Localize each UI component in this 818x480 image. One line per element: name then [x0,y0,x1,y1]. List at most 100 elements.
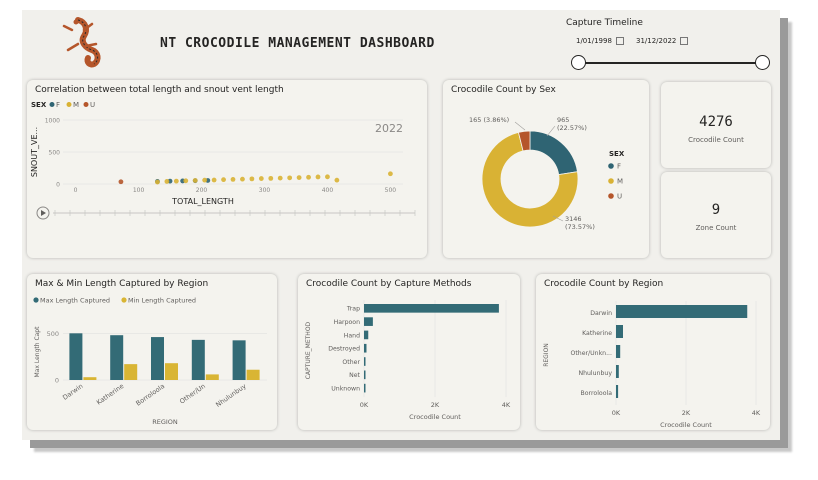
scatter-legend-marker-F [49,102,55,107]
hbar-category-label: Destroyed [328,346,360,353]
kpi-crocodile-count-value: 4276 [699,114,733,130]
region-card: Crocodile Count by Region 0K 2K 4K Darwin Ka… [536,274,770,430]
scatter-point-M [202,177,208,183]
maxmin-xtick: Darwin [61,382,84,402]
donut-legend-label-M: M [617,178,623,186]
calendar-icon[interactable] [615,37,624,45]
scatter-point-M [296,175,302,180]
scatter-legend-label-F: F [56,101,60,109]
maxmin-bar [191,339,205,380]
donut-leader-F [546,125,556,137]
timeline-slider-end-handle[interactable] [755,55,770,70]
donut-slice-F [529,130,578,176]
kpi-zone-count-value: 9 [711,202,721,218]
kpi-card-zone-count: 9 Zone Count [661,172,771,258]
hbar-category-label: Harpoon [334,319,360,326]
donut-leader-U [514,121,526,131]
hbar-xlabel: Crocodile Count [409,413,461,421]
maxmin-legend-marker [33,297,39,303]
capture-methods-card: Crocodile Count by Capture Methods 0K 2K 4… [298,274,520,430]
calendar-icon[interactable] [680,37,689,45]
scatter-point-M [325,174,330,180]
hbar-xtick: 2K [682,409,691,417]
maxmin-legend-label: Max Length Captured [40,297,110,305]
scatter-xtick: 200 [196,187,208,194]
scatter-ytick: 0 [56,182,60,189]
dashboard-title: NT CROCODILE MANAGEMENT DASHBOARD [160,36,435,51]
hbar-bar [364,370,366,380]
hbar-xtick: 4K [502,401,511,409]
scatter-point-M [164,179,170,184]
donut-chart: 965(22.57%) 165 (3.86%) 3146(73.57%) SEX FMU [469,116,625,231]
hbar-xtick: 2K [431,401,440,409]
scatter-legend-label-U: U [90,101,95,109]
donut-legend-title: SEX [609,150,625,158]
maxmin-ylabel: Max Length Capt [34,326,41,378]
crocodile-logo-icon [62,17,101,68]
scatter-point-M [155,179,160,185]
scatter-point-M [277,175,283,181]
hbar-category-label: Katherine [582,330,612,337]
timeline-end-date[interactable]: 31/12/2022 [636,37,689,45]
hbar-category-label: Hand [344,332,360,339]
donut-label-M-pct: (73.57%) [565,223,595,231]
timeline-start-date[interactable]: 1/01/1998 [576,37,624,45]
scatter-point-M [183,178,189,184]
scatter-xtick: 100 [133,187,145,194]
scatter-point-M [287,175,293,181]
donut-label-F-value: 965 [557,116,569,124]
scatter-point-U [118,179,124,185]
scatter-point-M [240,176,245,182]
scatter-point-M [173,178,179,184]
maxmin-xtick: Borroloola [134,382,166,408]
hbar-category-label: Borroloola [581,390,613,397]
maxmin-legend-marker [121,297,127,303]
scatter-chart: SEX F M U 0 500 1000 0 100 200 300 400 500 2022 TOTAL_… [30,101,416,220]
scatter-xlabel: TOTAL_LENGTH [171,197,234,206]
scatter-ytick: 1000 [45,118,60,125]
hbar-bar [364,304,499,313]
timeline-slider-track[interactable] [578,62,762,64]
maxmin-bar [205,374,219,380]
scatter-xtick: 400 [322,187,334,194]
hbar-category-label: Trap [346,306,360,313]
maxmin-legend-label: Min Length Captured [128,297,196,305]
scatter-play-value: 2022 [375,122,403,135]
hbar-ylabel: REGION [543,343,550,367]
hbar-category-label: Other [342,359,360,366]
kpi-zone-count-label: Zone Count [695,224,737,232]
donut-legend-label-U: U [617,193,622,201]
maxmin-card: Max & Min Length Captured by Region Max … [27,274,277,430]
hbar-category-label: Net [349,372,360,379]
scatter-xtick: 0 [74,187,78,194]
capture-methods-chart: 0K 2K 4K Trap Harpoon Hand Destroyed Other Net Un… [305,300,511,421]
timeline-slider-start-handle[interactable] [571,55,586,70]
donut-label-F-pct: (22.57%) [557,124,587,132]
scatter-point-M [230,176,236,182]
hbar-xtick: 4K [752,409,761,417]
scatter-xtick: 500 [385,187,397,194]
donut-legend-marker-U [608,193,614,199]
scatter-ylabel: SNOUT_VE... [30,127,39,177]
hbar-bar [616,325,623,338]
play-icon [41,210,46,216]
scatter-point-M [315,174,321,180]
maxmin-bar [165,363,178,380]
donut-card: Crocodile Count by Sex 965 (22.57%) 165 (3… [443,80,649,258]
maxmin-bar [69,333,83,380]
scatter-xtick: 300 [259,187,271,194]
maxmin-bar [246,369,260,380]
scatter-point-M [249,176,255,182]
scatter-legend-title: SEX [31,101,47,109]
scatter-legend-marker-U [83,102,89,107]
hbar-bar [616,305,748,318]
donut-legend-marker-M [608,178,614,184]
hbar-bar [616,345,621,358]
maxmin-bar [83,377,97,380]
maxmin-xtick: Nhulunbuy [214,382,248,409]
scatter-point-M [221,177,226,183]
scatter-ytick: 500 [49,150,61,157]
hbar-category-label: Unknown [331,385,360,392]
maxmin-xtick: Other/Un [178,382,207,405]
scatter-point-M [388,171,393,177]
